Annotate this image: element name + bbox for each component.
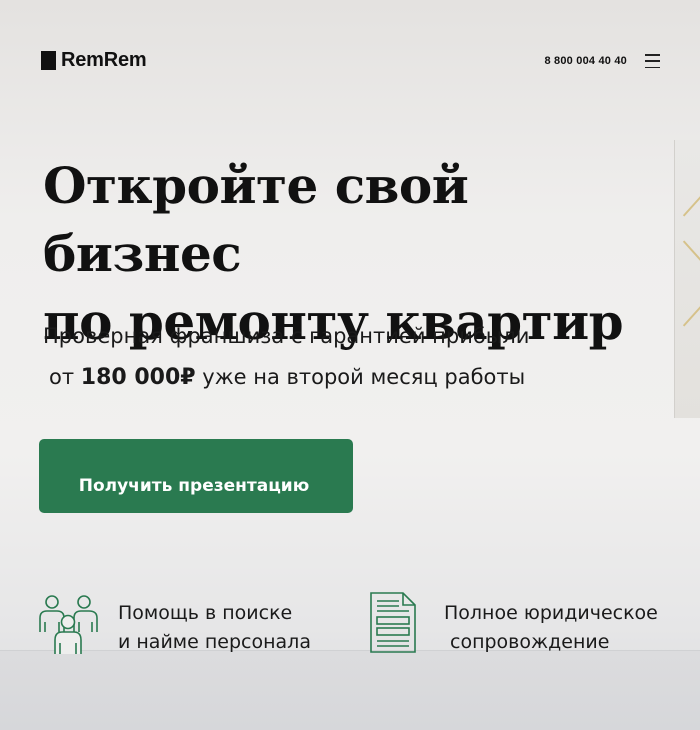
get-presentation-label: Получить презентацию xyxy=(78,475,310,496)
hamburger-menu-icon[interactable] xyxy=(645,54,660,68)
document-icon xyxy=(370,592,416,653)
hero-title-line1: Откройте свой бизнес xyxy=(43,156,469,283)
logo[interactable]: RemRem xyxy=(41,49,147,72)
get-presentation-button[interactable]: Получить презентацию xyxy=(39,439,353,513)
feature-legal-line2: сопровождение xyxy=(450,631,610,653)
feature-staff-help: Помощь в поиске и найме персонала xyxy=(38,592,311,657)
profit-amount: 180 000₽ xyxy=(80,365,196,390)
logo-text: RemRem xyxy=(61,49,147,71)
feature-staff-line2: и найме персонала xyxy=(118,631,311,653)
feature-staff-line1: Помощь в поиске xyxy=(118,602,293,624)
feature-legal-line1: Полное юридическое xyxy=(444,602,658,624)
team-people-icon xyxy=(39,595,98,654)
hero-subtitle-prefix: от xyxy=(49,365,75,389)
background-floor xyxy=(0,650,700,730)
hero-subtitle-line1: Проверная франшиза с гарантией прибыли xyxy=(43,324,530,348)
feature-legal-support: Полное юридическое сопровождение xyxy=(369,592,658,657)
hero-subtitle: Проверная франшиза с гарантией прибыли о… xyxy=(43,316,663,398)
phone-link[interactable]: 8 800 004 40 40 xyxy=(544,55,627,67)
site-header: RemRem 8 800 004 40 40 xyxy=(41,48,660,76)
logo-mark-icon xyxy=(41,51,56,70)
hero-subtitle-suffix: уже на второй месяц работы xyxy=(202,365,526,389)
